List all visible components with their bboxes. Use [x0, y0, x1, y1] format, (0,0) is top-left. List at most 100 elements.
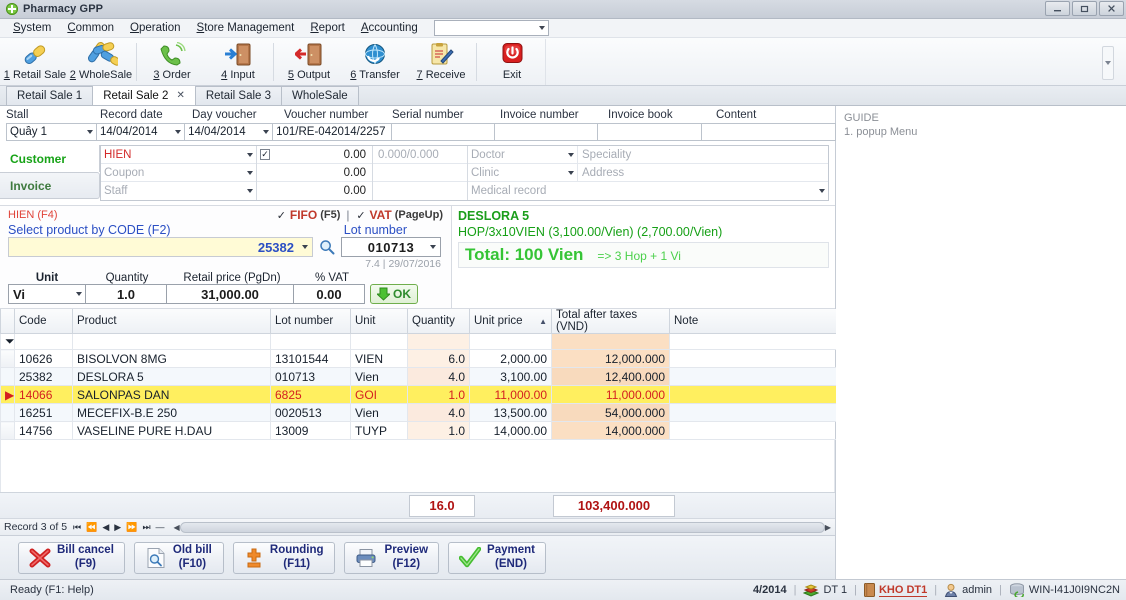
filter-icon[interactable]: ⏷	[1, 334, 15, 350]
vat-percent-input[interactable]: 0.00	[293, 284, 365, 304]
status-machine-item[interactable]: WIN-I41J0I9NC2N	[1009, 583, 1120, 597]
medical-record-combo[interactable]: Medical record	[468, 182, 828, 200]
nav-next-icon[interactable]: ▶	[114, 522, 120, 533]
col-header-unit[interactable]: Unit	[351, 309, 408, 334]
col-header-lot[interactable]: Lot number	[271, 309, 351, 334]
filter-product[interactable]	[73, 334, 271, 350]
invoice-book-input[interactable]	[597, 123, 702, 141]
nav-last-icon[interactable]: ⏭	[142, 522, 149, 533]
col-header-code[interactable]: Code	[15, 309, 73, 334]
filter-lot[interactable]	[271, 334, 351, 350]
quantity-input[interactable]: 1.0	[85, 284, 167, 304]
minimize-icon[interactable]	[1045, 1, 1070, 16]
nav-first-icon[interactable]: ⏮	[73, 522, 80, 533]
fifo-toggle[interactable]: ✓ FIFO (F5)	[276, 208, 341, 222]
tool-transfer[interactable]: 6 Transfer	[342, 39, 408, 85]
tool-receive[interactable]: 7 Receive	[408, 39, 474, 85]
tool-order[interactable]: 3 Order	[139, 39, 205, 85]
status-dt-item[interactable]: DT 1	[803, 584, 847, 597]
table-row[interactable]: 16251 MECEFIX-B.E 250 0020513 Vien 4.0 1…	[1, 404, 837, 422]
filter-quantity[interactable]	[408, 334, 470, 350]
filter-code[interactable]	[15, 334, 73, 350]
tab-retail-sale-1[interactable]: Retail Sale 1	[6, 86, 93, 105]
voucher-number-input[interactable]: 101/RE-042014/2257	[272, 123, 392, 141]
maximize-icon[interactable]	[1072, 1, 1097, 16]
menu-operation[interactable]: Operation	[122, 20, 189, 36]
menu-system[interactable]: SSystemystem	[5, 20, 59, 36]
magnifier-icon[interactable]	[317, 237, 337, 257]
address-input[interactable]: Address	[578, 164, 828, 181]
nav-delete-icon[interactable]: —	[156, 522, 164, 532]
col-header-quantity[interactable]: Quantity	[408, 309, 470, 334]
tool-output[interactable]: 5 Output	[276, 39, 342, 85]
filter-unit[interactable]	[351, 334, 408, 350]
col-header-total[interactable]: Total after taxes (VND)	[552, 309, 670, 334]
clinic-combo[interactable]: Clinic	[468, 164, 578, 181]
day-voucher-value: 14/04/2014	[188, 126, 259, 138]
grid-filter-row[interactable]: ⏷	[1, 334, 837, 350]
content-input[interactable]	[701, 123, 836, 141]
status-user-item[interactable]: admin	[944, 583, 992, 597]
scroll-left-icon[interactable]: ◀	[174, 523, 180, 532]
tab-retail-sale-3[interactable]: Retail Sale 3	[195, 86, 282, 105]
nav-prev-page-icon[interactable]: ⏪	[86, 522, 96, 533]
amount1-value[interactable]: 0.00	[270, 149, 369, 161]
menu-combo[interactable]	[434, 20, 549, 36]
table-row-selected[interactable]: ▶ 14066 SALONPAS DAN 6825 GOI 1.0 11,000…	[1, 386, 837, 404]
retail-price-input[interactable]: 31,000.00	[166, 284, 294, 304]
tab-retail-sale-2[interactable]: Retail Sale 2 ✕	[92, 85, 196, 105]
invoice-number-input[interactable]	[494, 123, 599, 141]
filter-note[interactable]	[670, 334, 837, 350]
menu-common[interactable]: Common	[59, 20, 122, 36]
tab-customer[interactable]: Customer	[0, 145, 100, 172]
close-icon[interactable]	[1099, 1, 1124, 16]
table-row[interactable]: 25382 DESLORA 5 010713 Vien 4.0 3,100.00…	[1, 368, 837, 386]
customer-name-combo[interactable]: HIEN	[101, 146, 256, 164]
tab-close-icon[interactable]: ✕	[176, 90, 184, 101]
bill-cancel-button[interactable]: Bill cancel(F9)	[18, 542, 125, 574]
nav-next-page-icon[interactable]: ⏩	[126, 522, 136, 533]
rounding-button[interactable]: Rounding(F11)	[233, 542, 335, 574]
tool-input[interactable]: 4 Input	[205, 39, 271, 85]
record-date-combo[interactable]: 14/04/2014	[96, 123, 185, 141]
vat-toggle[interactable]: ✓ VAT (PageUp)	[356, 208, 444, 222]
day-voucher-combo[interactable]: 14/04/2014	[184, 123, 273, 141]
scroll-right-icon[interactable]: ▶	[825, 523, 831, 532]
col-header-note[interactable]: Note	[670, 309, 837, 334]
product-code-input[interactable]: 25382	[8, 237, 313, 257]
col-header-unit-price[interactable]: Unit price ▲	[470, 309, 552, 334]
ok-button[interactable]: OK	[370, 284, 418, 304]
old-bill-button[interactable]: Old bill(F10)	[134, 542, 224, 574]
filter-total[interactable]	[552, 334, 670, 350]
coupon-combo[interactable]: Coupon	[101, 164, 256, 182]
doctor-combo[interactable]: Doctor	[468, 146, 578, 163]
tool-exit[interactable]: Exit	[479, 39, 545, 85]
serial-number-input[interactable]	[391, 123, 495, 141]
ribbon-expand-button[interactable]	[1102, 46, 1114, 80]
stall-combo[interactable]: Quầy 1	[6, 123, 97, 141]
discount-checkbox[interactable]: ✓	[260, 149, 270, 160]
tool-retail-sale[interactable]: 1 Retail Sale	[2, 39, 68, 85]
table-row[interactable]: 14756 VASELINE PURE H.DAU 13009 TUYP 1.0…	[1, 422, 837, 440]
amount3-value[interactable]: 0.00	[260, 185, 369, 197]
menu-report[interactable]: Report	[302, 20, 353, 36]
scroll-track[interactable]	[180, 522, 825, 533]
staff-combo[interactable]: Staff	[101, 182, 256, 200]
table-row[interactable]: 10626 BISOLVON 8MG 13101544 VIEN 6.0 2,0…	[1, 350, 837, 368]
menu-accounting[interactable]: Accounting	[353, 20, 426, 36]
speciality-input[interactable]: Speciality	[578, 146, 828, 163]
col-header-product[interactable]: Product	[73, 309, 271, 334]
tab-wholesale[interactable]: WholeSale	[281, 86, 359, 105]
horizontal-scrollbar[interactable]: ◀ ▶	[174, 521, 831, 533]
unit-combo[interactable]: Vi	[8, 284, 86, 304]
nav-prev-icon[interactable]: ◀	[102, 522, 108, 533]
preview-button[interactable]: Preview(F12)	[344, 542, 439, 574]
tool-wholesale[interactable]: 2 WholeSale	[68, 39, 134, 85]
tab-invoice[interactable]: Invoice	[0, 172, 100, 199]
filter-price[interactable]	[470, 334, 552, 350]
payment-button[interactable]: Payment(END)	[448, 542, 546, 574]
menu-store-management[interactable]: Store Management	[189, 20, 303, 36]
status-warehouse-item[interactable]: KHO DT1	[864, 583, 927, 597]
amount2-value[interactable]: 0.00	[260, 167, 369, 179]
lot-number-combo[interactable]: 010713	[341, 237, 441, 257]
